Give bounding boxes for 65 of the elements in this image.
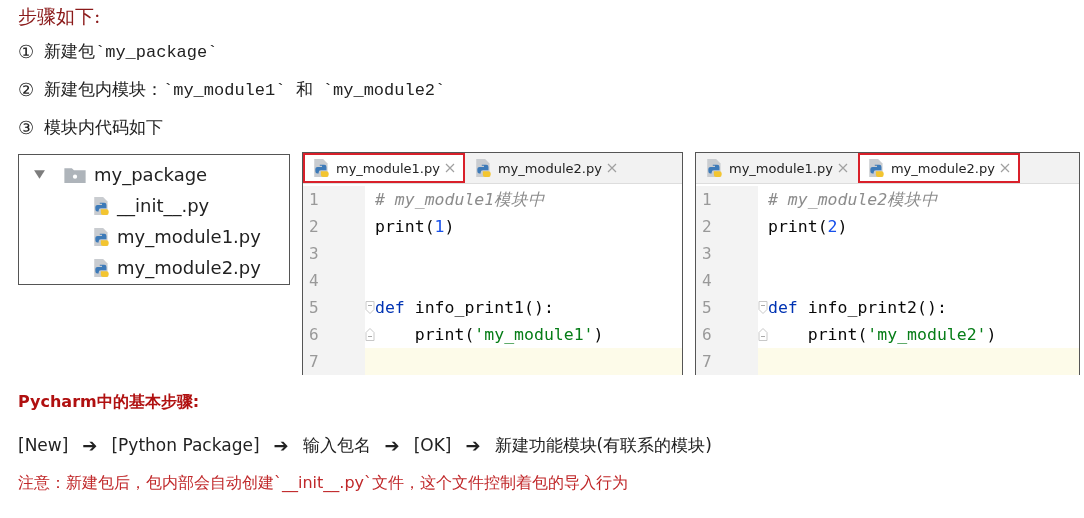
flow-step: 输入包名	[302, 433, 371, 457]
step-text: 新建包内模块：`my_module1` 和 `my_module2`	[44, 79, 446, 101]
close-icon[interactable]	[444, 163, 455, 173]
line-number: 1	[696, 186, 758, 213]
folder-name[interactable]: my_package	[94, 164, 208, 185]
line-number: 2	[696, 213, 758, 240]
close-icon[interactable]	[606, 163, 617, 173]
python-file-icon	[313, 158, 331, 178]
close-icon[interactable]	[837, 163, 848, 173]
step-number: ①	[18, 40, 34, 62]
arrow-icon: ➔	[465, 434, 481, 456]
fold-marker-icon[interactable]	[758, 327, 768, 342]
code-line: # my_module2模块中	[768, 188, 939, 211]
line-number: 2	[303, 213, 365, 240]
arrow-icon: ➔	[82, 434, 98, 456]
code-line: print(2)	[768, 217, 848, 236]
step-text: 模块内代码如下	[44, 117, 163, 139]
step-number: ②	[18, 78, 34, 100]
python-file-icon	[867, 158, 886, 178]
file-name[interactable]: __init__.py	[117, 195, 210, 216]
arrow-icon: ➔	[384, 434, 400, 456]
python-file-icon	[474, 158, 493, 178]
editor-tab[interactable]: my_module2.py	[464, 153, 627, 183]
folder-icon	[64, 166, 86, 183]
python-file-icon	[93, 195, 111, 216]
line-number: 3	[696, 240, 758, 267]
flow-step: 新建功能模块(有联系的模块)	[494, 433, 712, 457]
fold-marker-icon[interactable]	[365, 300, 375, 315]
line-number: 4	[696, 267, 758, 294]
line-number: 7	[303, 348, 365, 375]
line-number: 7	[696, 348, 758, 375]
section-heading: Pycharm中的基本步骤:	[18, 392, 201, 413]
line-number: 3	[303, 240, 365, 267]
flow-step: [OK]	[413, 435, 452, 455]
code-line: print('my_module2')	[806, 325, 997, 344]
step-text: 新建包`my_package`	[44, 41, 218, 63]
arrow-icon: ➔	[273, 434, 289, 456]
line-number: 5	[303, 294, 365, 321]
file-name[interactable]: my_module1.py	[117, 226, 261, 247]
line-number: 6	[303, 321, 365, 348]
line-number: 6	[696, 321, 758, 348]
code-line: print('my_module1')	[413, 325, 604, 344]
line-number: 5	[696, 294, 758, 321]
python-file-icon	[706, 158, 724, 178]
close-icon[interactable]	[999, 163, 1010, 173]
file-name[interactable]: my_module2.py	[117, 257, 261, 278]
note-text: 注意：新建包后，包内部会自动创建`__init__.py`文件，这个文件控制着包的导入行为	[18, 473, 629, 494]
flow-step: [New]	[18, 435, 69, 455]
code-line: def info_print1():	[375, 298, 554, 317]
editor-tab[interactable]: my_module1.py	[303, 153, 465, 183]
code-line: print(1)	[375, 217, 455, 236]
editor-tab[interactable]: my_module1.py	[696, 153, 858, 183]
python-file-icon	[93, 226, 111, 247]
step-number: ③	[18, 116, 34, 138]
python-file-icon	[93, 257, 111, 278]
fold-marker-icon[interactable]	[758, 300, 768, 315]
line-number: 1	[303, 186, 365, 213]
line-number: 4	[303, 267, 365, 294]
editor-tab[interactable]: my_module2.py	[857, 153, 1020, 183]
flow-step: [Python Package]	[111, 435, 260, 455]
code-line: def info_print2():	[768, 298, 947, 317]
fold-marker-icon[interactable]	[365, 327, 375, 342]
code-line: # my_module1模块中	[375, 188, 546, 211]
expand-triangle-icon[interactable]	[33, 168, 46, 181]
section-heading: 步骤如下:	[18, 4, 102, 29]
